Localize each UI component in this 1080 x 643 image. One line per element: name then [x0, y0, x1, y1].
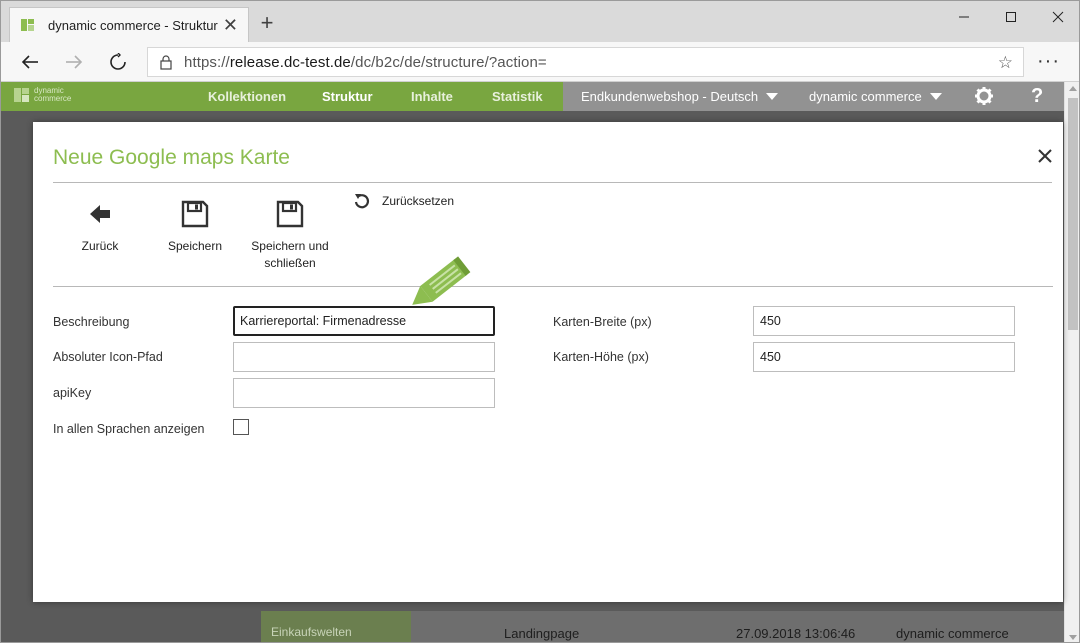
back-tool-button[interactable]: Zurück — [70, 204, 130, 255]
refresh-button[interactable] — [103, 48, 133, 76]
reset-button[interactable]: Zurücksetzen — [353, 193, 454, 209]
back-button[interactable] — [15, 48, 45, 76]
url-field[interactable]: https://release.dc-test.de/dc/b2c/de/str… — [147, 47, 1024, 77]
karten-breite-input[interactable] — [753, 306, 1015, 336]
beschreibung-label: Beschreibung — [53, 315, 130, 329]
browser-window: dynamic commerce - Struktur ✕ + https://… — [0, 0, 1080, 643]
arrow-right-icon — [66, 55, 83, 69]
refresh-icon — [354, 194, 370, 209]
maximize-button[interactable] — [988, 1, 1034, 33]
minimize-icon — [959, 16, 969, 18]
all-languages-checkbox[interactable] — [233, 419, 249, 435]
background-row-date: 27.09.2018 13:06:46 — [736, 626, 856, 641]
all-languages-label: In allen Sprachen anzeigen — [53, 422, 205, 436]
close-icon[interactable] — [1035, 146, 1055, 166]
shop-select[interactable]: Endkundenwebshop - Deutsch — [581, 89, 779, 104]
address-bar-row: https://release.dc-test.de/dc/b2c/de/str… — [1, 42, 1079, 82]
background-sidebar-label: Einkaufswelten — [271, 625, 352, 639]
nav-statistik[interactable]: Statistik — [492, 89, 543, 104]
karten-hoehe-label: Karten-Höhe (px) — [553, 350, 649, 364]
tab-title: dynamic commerce - Struktur — [48, 17, 218, 33]
karten-hoehe-input[interactable] — [753, 342, 1015, 372]
apikey-input[interactable] — [233, 378, 495, 408]
dynamic-commerce-favicon-icon — [21, 19, 34, 31]
dialog-title: Neue Google maps Karte — [53, 146, 290, 169]
icon-pfad-label: Absoluter Icon-Pfad — [53, 350, 163, 364]
maximize-icon — [1006, 12, 1016, 22]
floppy-disk-icon — [181, 200, 209, 228]
save-and-close-button[interactable]: Speichern und schließen — [245, 200, 335, 272]
refresh-icon — [110, 53, 126, 70]
apikey-label: apiKey — [53, 386, 92, 400]
title-divider — [53, 182, 1052, 183]
toolbar-divider — [53, 286, 1053, 287]
forward-button[interactable] — [59, 48, 89, 76]
save-button[interactable]: Speichern — [160, 200, 230, 255]
nav-kollektionen[interactable]: Kollektionen — [208, 89, 286, 104]
scroll-up-icon[interactable] — [1069, 86, 1077, 91]
tab-close-icon[interactable]: ✕ — [223, 16, 238, 34]
background-left-panel — [1, 611, 261, 642]
browser-tab[interactable]: dynamic commerce - Struktur ✕ — [9, 7, 249, 42]
window-close-button[interactable] — [1035, 1, 1079, 33]
background-row-owner: dynamic commerce — [896, 626, 1009, 641]
arrow-left-icon — [21, 55, 38, 69]
window-close-icon — [1052, 11, 1064, 23]
floppy-disk-icon — [276, 200, 304, 228]
caret-down-icon — [766, 93, 779, 100]
pencil-annotation-icon — [412, 256, 471, 305]
lock-icon — [148, 54, 184, 70]
tab-bar: dynamic commerce - Struktur ✕ + — [1, 1, 1079, 42]
page-scrollbar[interactable] — [1064, 82, 1079, 642]
karten-breite-label: Karten-Breite (px) — [553, 315, 652, 329]
caret-down-icon — [929, 93, 942, 100]
arrow-left-icon — [90, 205, 110, 223]
icon-pfad-input[interactable] — [233, 342, 495, 372]
dynamic-commerce-logo-icon — [14, 88, 29, 102]
new-tab-button[interactable]: + — [257, 11, 277, 35]
nav-struktur[interactable]: Struktur — [322, 89, 373, 104]
minimize-button[interactable] — [941, 1, 987, 33]
browser-menu-icon[interactable]: ··· — [1037, 50, 1060, 73]
favorite-star-icon[interactable]: ☆ — [998, 53, 1013, 73]
background-row-type: Landingpage — [504, 626, 580, 641]
scroll-down-icon[interactable] — [1069, 635, 1077, 640]
url-text: https://release.dc-test.de/dc/b2c/de/str… — [184, 53, 547, 71]
help-button[interactable]: ? — [1031, 85, 1043, 108]
scroll-thumb[interactable] — [1068, 98, 1078, 330]
app-logo[interactable]: dynamic commerce — [13, 87, 71, 103]
nav-inhalte[interactable]: Inhalte — [411, 89, 453, 104]
new-google-maps-dialog: Neue Google maps Karte Zurück Speichern — [33, 122, 1063, 602]
user-select[interactable]: dynamic commerce — [809, 89, 942, 104]
gear-icon[interactable] — [974, 86, 994, 106]
